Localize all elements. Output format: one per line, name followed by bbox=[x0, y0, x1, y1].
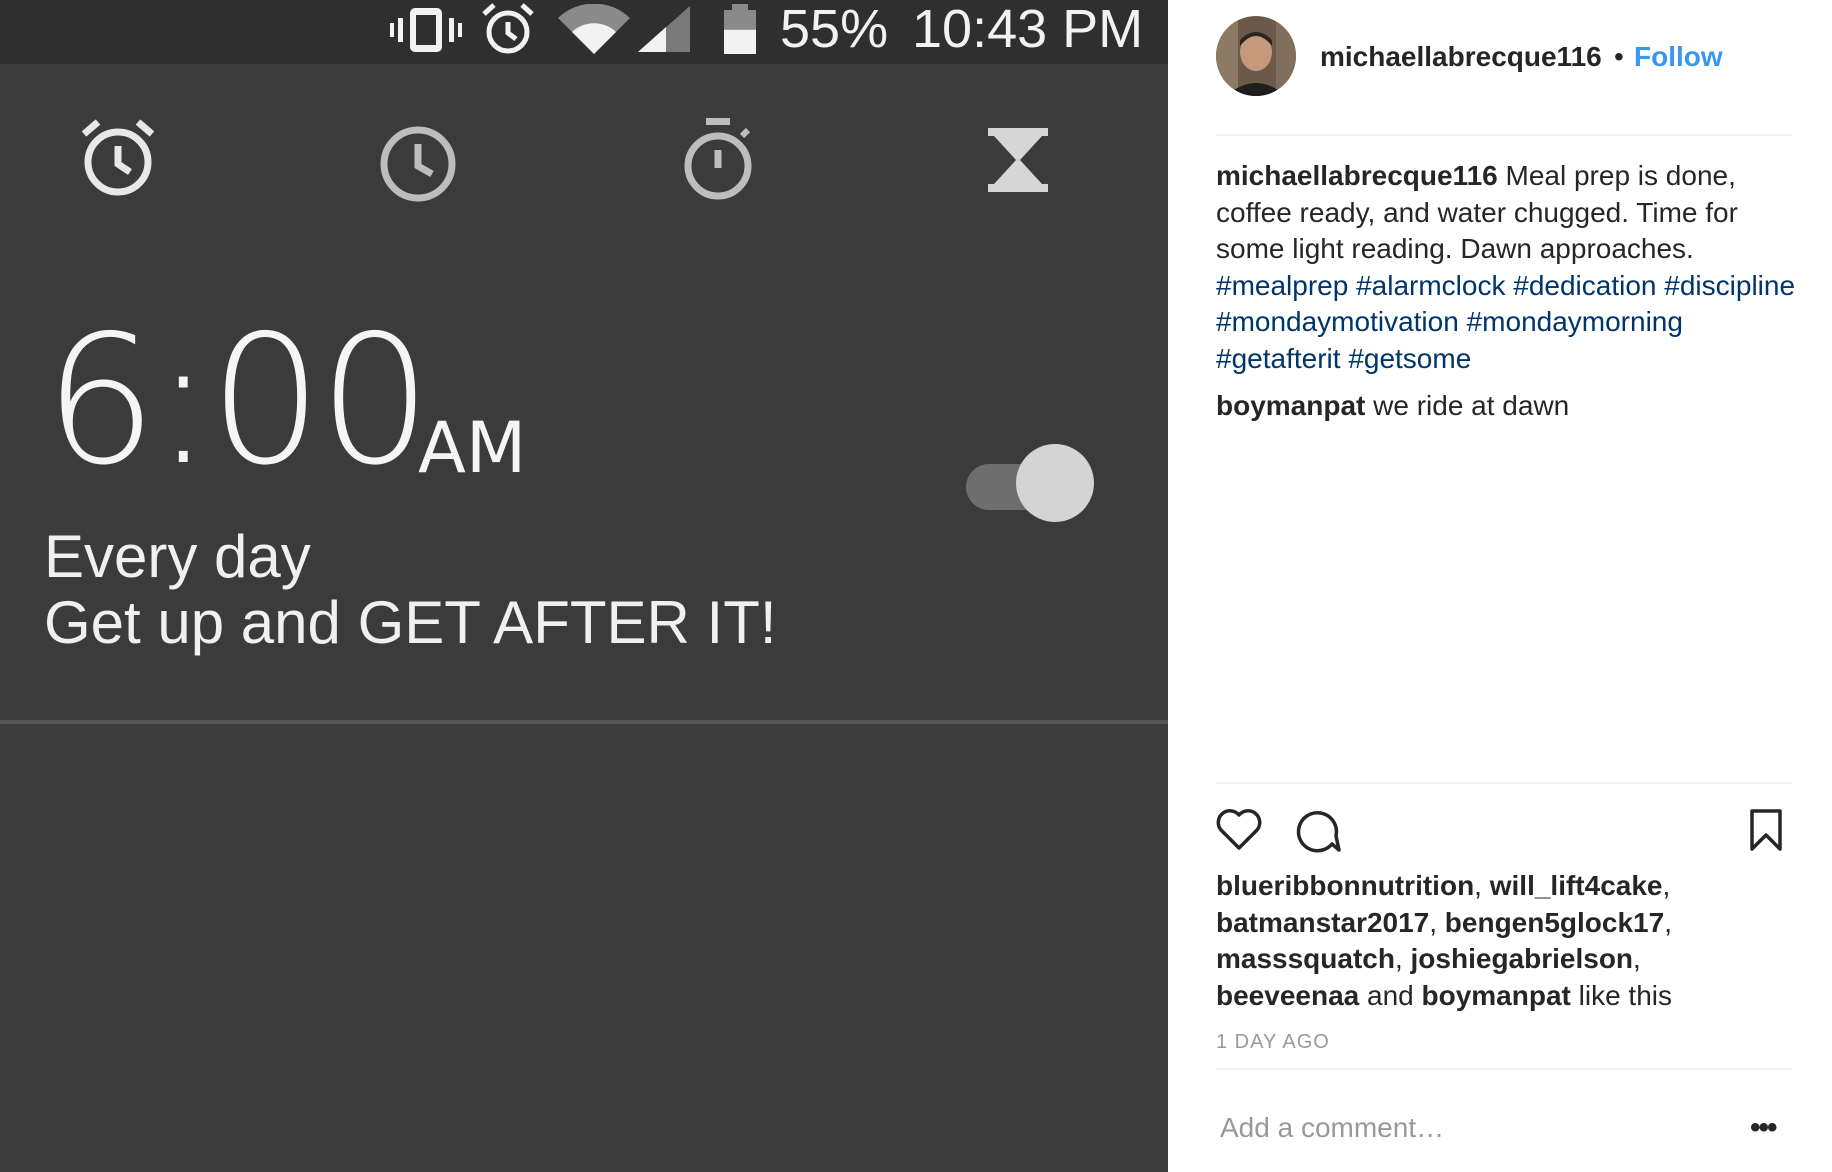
hashtag[interactable]: #alarmclock bbox=[1356, 270, 1505, 301]
comment-icon[interactable] bbox=[1294, 806, 1342, 854]
liker[interactable]: bengen5glock17 bbox=[1445, 907, 1664, 938]
alarm-toggle bbox=[966, 442, 1096, 522]
liker[interactable]: boymanpat bbox=[1422, 980, 1571, 1011]
heart-icon[interactable] bbox=[1214, 806, 1264, 852]
separator-dot: • bbox=[1614, 41, 1624, 72]
post-timestamp[interactable]: 1 DAY AGO bbox=[1216, 1030, 1330, 1054]
avatar[interactable] bbox=[1216, 16, 1296, 96]
alarm-status-icon bbox=[482, 3, 534, 54]
post-panel: michaellabrecque116 • Follow michaellabr… bbox=[1168, 0, 1832, 1172]
post-author[interactable]: michaellabrecque116 bbox=[1320, 38, 1602, 76]
hashtag[interactable]: #mealprep bbox=[1216, 270, 1348, 301]
liker[interactable]: joshiegabrielson bbox=[1411, 943, 1634, 974]
divider bbox=[1216, 1068, 1792, 1070]
hashtag[interactable]: #mondaymorning bbox=[1467, 306, 1683, 337]
post-photo: 55% 10:43 PM 6:00 AM Every day Get up an… bbox=[0, 0, 1168, 1172]
hashtag[interactable]: #dedication bbox=[1513, 270, 1656, 301]
battery-percent: 55% bbox=[780, 0, 889, 59]
likes-summary: blueribbonnutrition, will_lift4cake, bat… bbox=[1216, 870, 1673, 1011]
post-caption: michaellabrecque116 Meal prep is done, c… bbox=[1216, 158, 1796, 377]
alarm-time: 6:00 bbox=[44, 297, 432, 504]
signal-icon bbox=[638, 6, 690, 52]
vibrate-icon bbox=[390, 8, 462, 52]
clock-tab-icon bbox=[380, 126, 456, 202]
comment-input[interactable] bbox=[1216, 1106, 1724, 1150]
toggle-knob bbox=[1016, 444, 1094, 522]
comment: boymanpat we ride at dawn bbox=[1216, 388, 1796, 424]
alarm-ampm: AM bbox=[418, 407, 527, 489]
alarm-repeat: Every day bbox=[44, 523, 311, 590]
battery-icon bbox=[724, 4, 756, 54]
liker[interactable]: masssquatch bbox=[1216, 943, 1395, 974]
timer-tab-icon bbox=[988, 128, 1048, 192]
comment-username[interactable]: boymanpat bbox=[1216, 390, 1365, 421]
caption-username[interactable]: michaellabrecque116 bbox=[1216, 160, 1498, 191]
status-time: 10:43 PM bbox=[912, 0, 1144, 59]
follow-button[interactable]: Follow bbox=[1634, 38, 1723, 76]
liker[interactable]: blueribbonnutrition bbox=[1216, 870, 1474, 901]
comment-text: we ride at dawn bbox=[1365, 390, 1570, 421]
hashtag[interactable]: #mondaymotivation bbox=[1216, 306, 1459, 337]
hashtag[interactable]: #discipline bbox=[1664, 270, 1795, 301]
phone-status-bar: 55% 10:43 PM bbox=[0, 0, 1168, 64]
hashtag[interactable]: #getafterit bbox=[1216, 343, 1341, 374]
divider bbox=[1216, 134, 1792, 136]
bookmark-icon[interactable] bbox=[1748, 808, 1784, 852]
more-options-button[interactable]: ••• bbox=[1750, 1110, 1777, 1146]
liker[interactable]: beeveenaa bbox=[1216, 980, 1359, 1011]
likes-suffix: like this bbox=[1570, 979, 1673, 1011]
wifi-icon bbox=[558, 4, 630, 54]
liker[interactable]: will_lift4cake bbox=[1490, 870, 1663, 901]
divider bbox=[0, 720, 1168, 724]
alarm-label: Get up and GET AFTER IT! bbox=[44, 589, 777, 656]
liker[interactable]: batmanstar2017 bbox=[1216, 907, 1429, 938]
hashtag[interactable]: #getsome bbox=[1348, 343, 1471, 374]
stopwatch-tab-icon bbox=[684, 118, 752, 200]
avatar-image bbox=[1216, 16, 1296, 96]
likes-and: and bbox=[1359, 979, 1422, 1011]
divider bbox=[1216, 782, 1792, 784]
alarm-tab-icon bbox=[81, 119, 155, 196]
